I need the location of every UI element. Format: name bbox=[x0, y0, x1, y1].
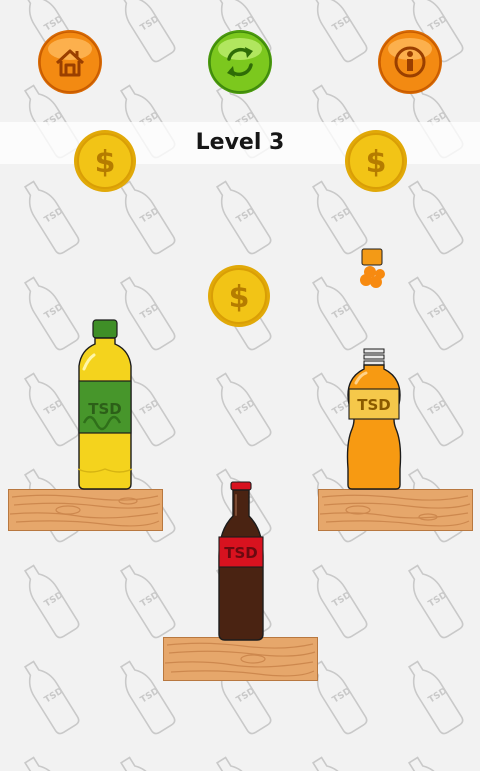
wooden-shelf-left bbox=[8, 489, 163, 531]
orange-soda-bottle[interactable]: TSD bbox=[344, 347, 404, 491]
coin-icon[interactable]: $ bbox=[73, 129, 137, 193]
home-button[interactable] bbox=[37, 29, 103, 95]
svg-text:$: $ bbox=[95, 145, 116, 180]
level-title: Level 3 bbox=[195, 130, 285, 155]
game-stage: TSD bbox=[0, 0, 480, 771]
restart-icon bbox=[208, 30, 272, 94]
home-icon bbox=[38, 30, 102, 94]
wooden-shelf-right bbox=[318, 489, 473, 531]
green-bottle-label: TSD bbox=[88, 400, 122, 418]
svg-text:$: $ bbox=[366, 145, 387, 180]
coin-icon[interactable]: $ bbox=[207, 264, 271, 328]
cola-bottle[interactable]: TSD bbox=[216, 481, 266, 641]
red-bottle-label: TSD bbox=[224, 544, 258, 562]
falling-bottle-cap bbox=[360, 248, 385, 288]
level-banner: Level 3 bbox=[0, 122, 480, 164]
coin-icon[interactable]: $ bbox=[344, 129, 408, 193]
info-button[interactable] bbox=[377, 29, 443, 95]
svg-text:$: $ bbox=[229, 280, 250, 315]
yellow-soda-bottle[interactable]: TSD bbox=[74, 319, 136, 491]
orange-bottle-label: TSD bbox=[357, 396, 391, 414]
restart-button[interactable] bbox=[207, 29, 273, 95]
info-icon bbox=[378, 30, 442, 94]
wooden-shelf-bottom bbox=[163, 637, 318, 681]
